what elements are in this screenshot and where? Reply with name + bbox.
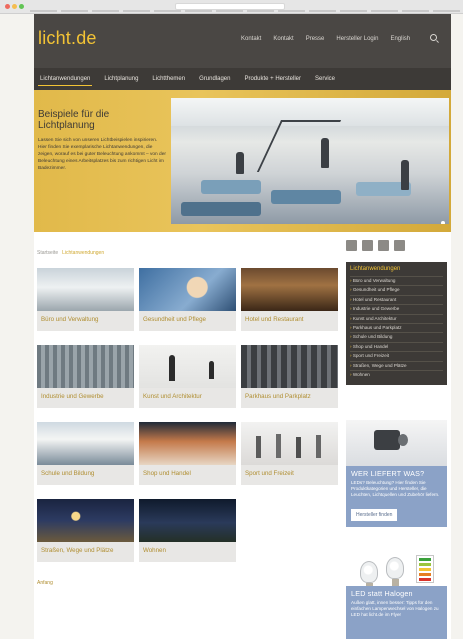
hero-photo bbox=[171, 98, 449, 224]
sidebar-item-wohnen[interactable]: Wohnen bbox=[350, 370, 443, 379]
energy-label-icon bbox=[416, 555, 434, 583]
sidebar-item-strassen[interactable]: Straßen, Wege und Plätze bbox=[350, 360, 443, 370]
shop-photo bbox=[139, 422, 236, 465]
tile-hotel-restaurant[interactable]: Hotel und Restaurant bbox=[241, 268, 338, 331]
nav-item-lichtanwendungen[interactable]: Lichtanwendungen bbox=[38, 73, 93, 86]
close-window-icon[interactable] bbox=[5, 4, 10, 9]
nav-item-grundlagen[interactable]: Grundlagen bbox=[197, 73, 232, 85]
top-links: Kontakt Kontakt Presse Hersteller Login … bbox=[241, 36, 410, 42]
tile-label: Schule und Bildung bbox=[41, 470, 95, 477]
sidebar-item-parkhaus[interactable]: Parkhaus und Parkplatz bbox=[350, 323, 443, 332]
tile-label: Gesundheit und Pflege bbox=[143, 316, 206, 323]
led-promo-body: Außen glatt, innen besser: Tipps für den… bbox=[351, 600, 439, 618]
supplier-promo: WER LIEFERT WAS? LEDs? Beleuchtung? Hier… bbox=[346, 420, 447, 527]
page-top-link[interactable]: Anfang bbox=[37, 580, 53, 586]
site-header: licht.de Kontakt Kontakt Presse Herstell… bbox=[34, 14, 451, 68]
tile-industrie-gewerbe[interactable]: Industrie und Gewerbe bbox=[37, 345, 134, 408]
street-photo bbox=[37, 499, 134, 542]
spotlight-photo bbox=[346, 420, 447, 466]
parking-photo bbox=[241, 345, 338, 388]
top-link-kontakt[interactable]: Kontakt bbox=[241, 36, 261, 42]
school-photo bbox=[37, 422, 134, 465]
sidebar-title: Lichtanwendungen bbox=[350, 266, 401, 272]
breadcrumb-current: Lichtanwendungen bbox=[62, 250, 105, 256]
tile-label: Parkhaus und Parkplatz bbox=[245, 393, 311, 400]
address-bar[interactable] bbox=[175, 3, 285, 10]
print-icon[interactable] bbox=[378, 240, 389, 251]
facebook-icon[interactable] bbox=[346, 240, 357, 251]
tile-label: Sport und Freizeit bbox=[245, 470, 294, 477]
tile-label: Straßen, Wege und Plätze bbox=[41, 547, 114, 554]
find-supplier-button[interactable]: Hersteller finden bbox=[351, 508, 398, 521]
web-page: licht.de Kontakt Kontakt Presse Herstell… bbox=[34, 14, 451, 639]
health-photo bbox=[139, 268, 236, 311]
bookmarks-bar bbox=[30, 10, 460, 13]
tile-gesundheit-pflege[interactable]: Gesundheit und Pflege bbox=[139, 268, 236, 331]
sidebar-item-sport[interactable]: Sport und Freizeit bbox=[350, 351, 443, 360]
tile-sport-freizeit[interactable]: Sport und Freizeit bbox=[241, 422, 338, 485]
search-icon[interactable] bbox=[430, 34, 437, 41]
nav-item-lichtthemen[interactable]: Lichtthemen bbox=[150, 73, 187, 85]
sidebar-item-kunst[interactable]: Kunst und Architektur bbox=[350, 313, 443, 323]
supplier-promo-body: LEDs? Beleuchtung? Hier finden Sie Produ… bbox=[351, 480, 440, 498]
browser-toolbar bbox=[0, 0, 463, 14]
share-icons bbox=[346, 240, 405, 251]
led-promo-title: LED statt Halogen bbox=[351, 589, 413, 598]
tile-strassen-wege-plaetze[interactable]: Straßen, Wege und Plätze bbox=[37, 499, 134, 562]
sidebar-item-industrie[interactable]: Industrie und Gewerbe bbox=[350, 304, 443, 313]
hotel-photo bbox=[241, 268, 338, 311]
breadcrumb-home[interactable]: Startseite bbox=[37, 250, 58, 256]
breadcrumb: Startseite Lichtanwendungen bbox=[37, 250, 104, 256]
main-navigation: Lichtanwendungen Lichtplanung Lichttheme… bbox=[34, 68, 451, 90]
top-link-kontakt-2[interactable]: Kontakt bbox=[273, 36, 293, 42]
hero-body: Lassen Sie sich von unseren Lichtbeispie… bbox=[38, 138, 166, 171]
sidebar-item-buero[interactable]: Büro und Verwaltung bbox=[350, 276, 443, 285]
nav-item-lichtplanung[interactable]: Lichtplanung bbox=[102, 73, 140, 85]
top-link-english[interactable]: English bbox=[390, 36, 410, 42]
sidebar-item-shop[interactable]: Shop und Handel bbox=[350, 341, 443, 351]
tile-label: Büro und Verwaltung bbox=[41, 316, 99, 323]
tile-wohnen[interactable]: Wohnen bbox=[139, 499, 236, 562]
tile-label: Hotel und Restaurant bbox=[245, 316, 304, 323]
tile-label: Wohnen bbox=[143, 547, 166, 554]
hero-title: Beispiele für die Lichtplanung bbox=[38, 109, 110, 131]
sport-photo bbox=[241, 422, 338, 465]
nav-item-service[interactable]: Service bbox=[313, 73, 337, 85]
tile-label: Shop und Handel bbox=[143, 470, 191, 477]
minimize-window-icon[interactable] bbox=[12, 4, 17, 9]
zoom-window-icon[interactable] bbox=[19, 4, 24, 9]
hero-banner: Beispiele für die Lichtplanung Lassen Si… bbox=[34, 90, 451, 232]
art-photo bbox=[139, 345, 236, 388]
top-link-hersteller-login[interactable]: Hersteller Login bbox=[336, 36, 378, 42]
nav-item-produkte-hersteller[interactable]: Produkte + Hersteller bbox=[242, 73, 303, 85]
tile-buero-verwaltung[interactable]: Büro und Verwaltung bbox=[37, 268, 134, 331]
sidebar-item-gesundheit[interactable]: Gesundheit und Pflege bbox=[350, 285, 443, 294]
office-photo bbox=[37, 268, 134, 311]
led-promo[interactable]: LED statt Halogen Außen glatt, innen bes… bbox=[346, 586, 447, 639]
top-link-presse[interactable]: Presse bbox=[306, 36, 325, 42]
twitter-icon[interactable] bbox=[362, 240, 373, 251]
site-logo[interactable]: licht.de bbox=[38, 28, 97, 49]
tile-parkhaus-parkplatz[interactable]: Parkhaus und Parkplatz bbox=[241, 345, 338, 408]
supplier-promo-title: WER LIEFERT WAS? bbox=[351, 469, 425, 478]
hero-carousel-dots[interactable] bbox=[441, 221, 449, 224]
tile-label: Industrie und Gewerbe bbox=[41, 393, 104, 400]
sidebar-item-schule[interactable]: Schule und Bildung bbox=[350, 332, 443, 341]
hero-text: Beispiele für die Lichtplanung Lassen Si… bbox=[38, 109, 166, 172]
industry-photo bbox=[37, 345, 134, 388]
sidebar-item-hotel[interactable]: Hotel und Restaurant bbox=[350, 294, 443, 304]
mail-icon[interactable] bbox=[394, 240, 405, 251]
tile-label: Kunst und Architektur bbox=[143, 393, 202, 400]
tile-schule-bildung[interactable]: Schule und Bildung bbox=[37, 422, 134, 485]
living-photo bbox=[139, 499, 236, 542]
tile-shop-handel[interactable]: Shop und Handel bbox=[139, 422, 236, 485]
tile-kunst-architektur[interactable]: Kunst und Architektur bbox=[139, 345, 236, 408]
sidebar-navigation: Lichtanwendungen Büro und Verwaltung Ges… bbox=[346, 262, 447, 386]
